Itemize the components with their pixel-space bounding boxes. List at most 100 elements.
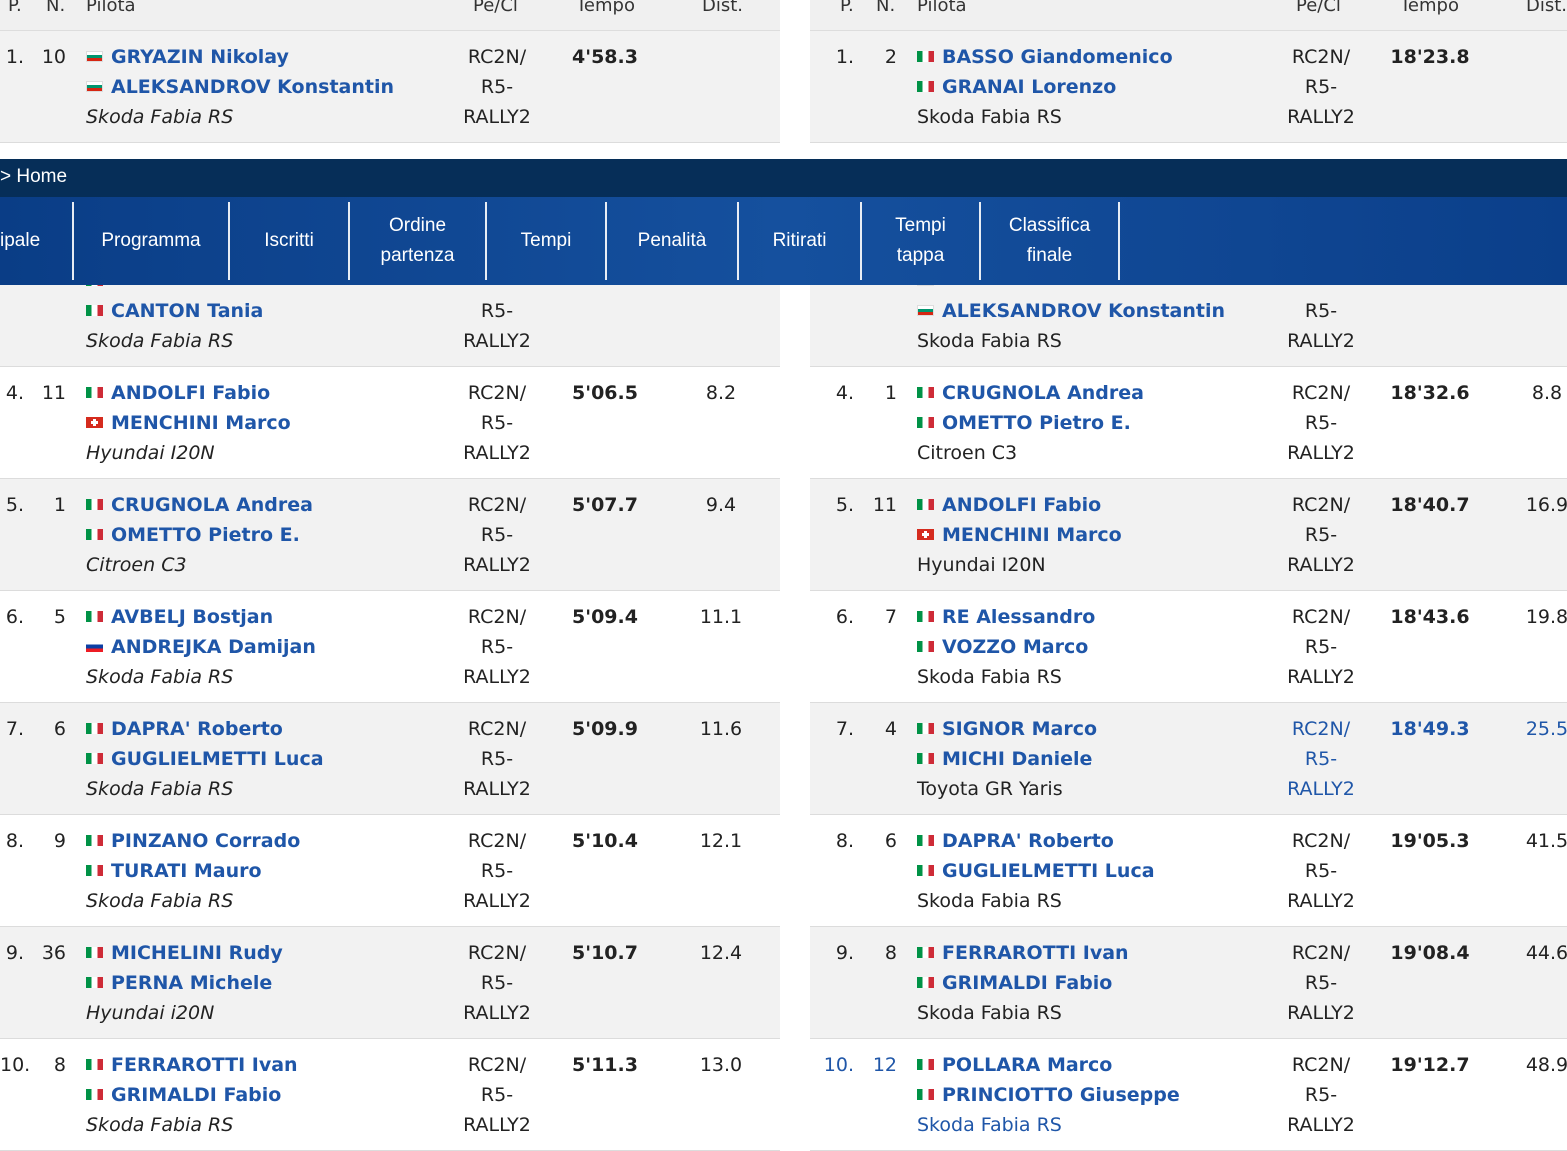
time-cell: 5'06.5 [572, 382, 638, 404]
driver-name-link[interactable]: POLLARA Marco [942, 1054, 1112, 1076]
driver-name-link[interactable]: BASSO Giandomenico [942, 46, 1173, 68]
class-cell: RC2N/R5- RALLY2 [437, 714, 557, 804]
codriver-name-link[interactable]: VOZZO Marco [942, 636, 1088, 658]
flag-icon [86, 977, 103, 988]
flag-icon [86, 499, 103, 510]
codriver-line: MICHI Daniele [917, 744, 1097, 774]
driver-line: DAPRA' Roberto [86, 714, 324, 744]
time-cell: 18'23.8 [1390, 46, 1470, 68]
table-row[interactable]: 7. 4 SIGNOR Marco MICHI Daniele Toyota GR Ya… [810, 703, 1567, 815]
class-cell: RC2N/R5- RALLY2 [437, 826, 557, 916]
gap-cell: 25.5 [1525, 718, 1567, 740]
car-number-cell: 2 [884, 46, 897, 68]
class-cell: RC2N/R5- RALLY2 [437, 1050, 557, 1140]
menu-item-principale[interactable]: ipale [0, 202, 72, 280]
codriver-name-link[interactable]: TURATI Mauro [111, 860, 262, 882]
position-cell: 10. [0, 1054, 31, 1076]
menu-item-iscritti[interactable]: Iscritti [230, 202, 348, 280]
header-num: N. [876, 0, 896, 16]
table-row[interactable]: 5. 11 ANDOLFI Fabio MENCHINI Marco Hyundai I… [810, 479, 1567, 591]
class-cell: RC2N/R5- RALLY2 [1261, 602, 1381, 692]
crew-cell: AVBELJ Bostjan ANDREJKA Damijan Skoda Fabi… [86, 602, 316, 692]
codriver-name-link[interactable]: ALEKSANDROV Konstantin [111, 76, 394, 98]
table-row[interactable]: 6. 7 RE Alessandro VOZZO Marco Skoda Fabia R… [810, 591, 1567, 703]
header-pos: P. [8, 0, 22, 16]
gap-cell: 12.1 [699, 830, 743, 852]
codriver-name-link[interactable]: GRIMALDI Fabio [942, 972, 1112, 994]
driver-name-link[interactable]: ANDOLFI Fabio [942, 494, 1101, 516]
codriver-name-link[interactable]: MENCHINI Marco [942, 524, 1122, 546]
table-row[interactable]: 6. 5 AVBELJ Bostjan ANDREJKA Damijan Skoda F… [0, 591, 780, 703]
driver-name-link[interactable]: MICHELINI Rudy [111, 942, 283, 964]
car-model: Skoda Fabia RS [917, 1114, 1062, 1136]
class-line: R5- [1304, 1084, 1338, 1106]
codriver-name-link[interactable]: PRINCIOTTO Giuseppe [942, 1084, 1180, 1106]
menu-item-classifica-finale[interactable]: Classifica finale [981, 202, 1118, 280]
codriver-name-link[interactable]: MICHI Daniele [942, 748, 1092, 770]
codriver-name-link[interactable]: GRIMALDI Fabio [111, 1084, 281, 1106]
codriver-name-link[interactable]: GUGLIELMETTI Luca [111, 748, 324, 770]
driver-name-link[interactable]: DAPRA' Roberto [111, 718, 283, 740]
rally-menu: ipale Programma Iscritti Ordine partenza… [0, 197, 1567, 285]
driver-name-link[interactable]: CRUGNOLA Andrea [111, 494, 313, 516]
codriver-name-link[interactable]: CANTON Tania [111, 300, 263, 322]
gap-cell: 19.8 [1525, 606, 1567, 628]
table-row[interactable]: 7. 6 DAPRA' Roberto GUGLIELMETTI Luca Skoda … [0, 703, 780, 815]
table-row[interactable]: 4. 11 ANDOLFI Fabio MENCHINI Marco Hyundai I… [0, 367, 780, 479]
codriver-name-link[interactable]: ANDREJKA Damijan [111, 636, 316, 658]
car-number-cell: 7 [884, 606, 897, 628]
menu-item-programma[interactable]: Programma [74, 202, 228, 280]
position-cell: 7. [5, 718, 24, 740]
codriver-name-link[interactable]: ALEKSANDROV Konstantin [942, 300, 1225, 322]
menu-label: Tempi [895, 215, 946, 236]
class-cell: RC2N/R5- RALLY2 [437, 42, 557, 132]
codriver-line: ANDREJKA Damijan [86, 632, 316, 662]
menu-item-ordine-partenza[interactable]: Ordine partenza [350, 202, 485, 280]
driver-name-link[interactable]: GRYAZIN Nikolay [111, 46, 289, 68]
codriver-name-link[interactable]: GRANAI Lorenzo [942, 76, 1116, 98]
codriver-name-link[interactable]: OMETTO Pietro E. [942, 412, 1131, 434]
table-row[interactable]: 8. 9 PINZANO Corrado TURATI Mauro Skoda Fabi… [0, 815, 780, 927]
table-row[interactable]: 1. 10 GRYAZIN Nikolay ALEKSANDROV Konstanti… [0, 31, 780, 143]
driver-name-link[interactable]: CRUGNOLA Andrea [942, 382, 1144, 404]
breadcrumb-home[interactable]: > Home [0, 166, 67, 188]
menu-item-tempi[interactable]: Tempi [487, 202, 605, 280]
driver-name-link[interactable]: FERRAROTTI Ivan [942, 942, 1129, 964]
driver-line: FERRAROTTI Ivan [86, 1050, 298, 1080]
car-number-cell: 36 [41, 942, 66, 964]
table-row[interactable]: 5. 1 CRUGNOLA Andrea OMETTO Pietro E. Citroe… [0, 479, 780, 591]
table-row[interactable]: 10. 8 FERRAROTTI Ivan GRIMALDI Fabio Skoda F… [0, 1039, 780, 1151]
driver-name-link[interactable]: FERRAROTTI Ivan [111, 1054, 298, 1076]
driver-name-link[interactable]: ANDOLFI Fabio [111, 382, 270, 404]
codriver-name-link[interactable]: GUGLIELMETTI Luca [942, 860, 1155, 882]
table-row[interactable]: 1. 2 BASSO Giandomenico GRANAI Lorenzo Skoda… [810, 31, 1567, 143]
driver-name-link[interactable]: AVBELJ Bostjan [111, 606, 273, 628]
car-model: Skoda Fabia RS [917, 666, 1062, 688]
table-row[interactable]: 4. 1 CRUGNOLA Andrea OMETTO Pietro E. Citroe… [810, 367, 1567, 479]
menu-item-ritirati[interactable]: Ritirati [739, 202, 860, 280]
driver-line: SIGNOR Marco [917, 714, 1097, 744]
header-class: Pe/Cl [473, 0, 518, 16]
flag-icon [86, 305, 103, 316]
table-row[interactable]: 9. 8 FERRAROTTI Ivan GRIMALDI Fabio Skoda Fa… [810, 927, 1567, 1039]
codriver-name-link[interactable]: OMETTO Pietro E. [111, 524, 300, 546]
class-line: RALLY2 [1287, 442, 1355, 464]
menu-item-tempi-tappa[interactable]: Tempi tappa [862, 202, 979, 280]
class-cell: RC2N/R5- RALLY2 [1261, 826, 1381, 916]
table-row[interactable]: 9. 36 MICHELINI Rudy PERNA Michele Hyundai i… [0, 927, 780, 1039]
class-line: RC2N/ [1291, 606, 1351, 628]
codriver-name-link[interactable]: MENCHINI Marco [111, 412, 291, 434]
codriver-line: ALEKSANDROV Konstantin [917, 296, 1225, 326]
driver-name-link[interactable]: SIGNOR Marco [942, 718, 1097, 740]
codriver-line: PERNA Michele [86, 968, 283, 998]
flag-icon [86, 1089, 103, 1100]
crew-cell: DAPRA' Roberto GUGLIELMETTI Luca Skoda Fab… [917, 826, 1155, 916]
table-row[interactable]: 10. 12 POLLARA Marco PRINCIOTTO Giuseppe Sko… [810, 1039, 1567, 1151]
menu-item-penalita[interactable]: Penalità [607, 202, 737, 280]
driver-name-link[interactable]: RE Alessandro [942, 606, 1095, 628]
table-row[interactable]: 8. 6 DAPRA' Roberto GUGLIELMETTI Luca Skoda … [810, 815, 1567, 927]
codriver-name-link[interactable]: PERNA Michele [111, 972, 272, 994]
position-cell: 10. [823, 1054, 854, 1076]
driver-name-link[interactable]: DAPRA' Roberto [942, 830, 1114, 852]
driver-name-link[interactable]: PINZANO Corrado [111, 830, 300, 852]
